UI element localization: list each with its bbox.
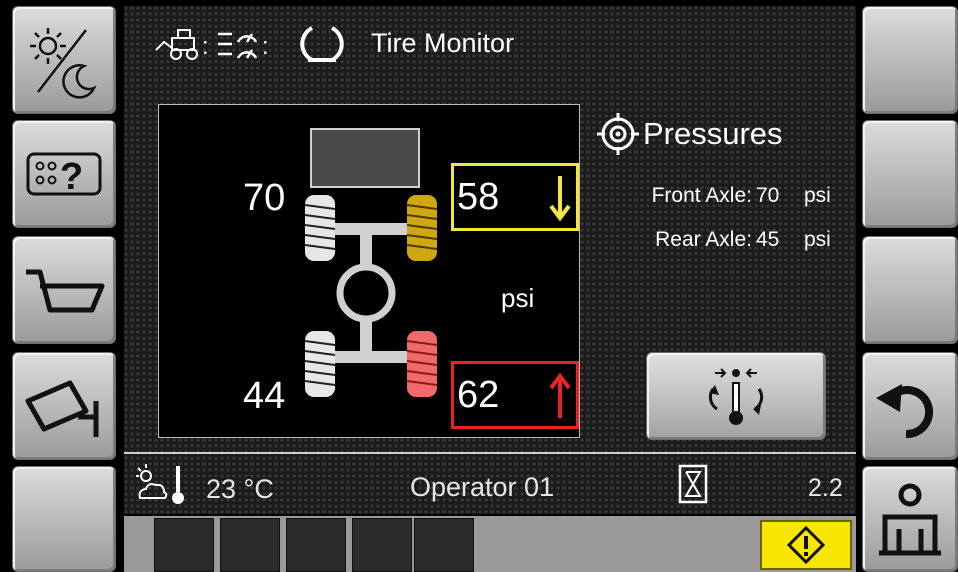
indicator-slot-3	[286, 518, 346, 572]
bucket-button[interactable]	[12, 236, 116, 344]
front-axle-value: 70	[756, 184, 780, 207]
rear-axle-row: Rear Axle: 45 psi	[560, 228, 850, 258]
tire-diagram-panel: 70 44 58 62 psi	[158, 104, 580, 438]
tire-monitor-screen: ?:: Tire Monitor 70 44 58 62 psi Press…	[0, 0, 958, 572]
undo-button[interactable]	[862, 352, 958, 460]
indicator-slot-2	[220, 518, 280, 572]
settings-dials-icon	[218, 32, 258, 59]
calibrate-pressure-button[interactable]	[646, 352, 826, 440]
right-blank-button-3[interactable]	[862, 236, 958, 344]
arrow-up-icon	[549, 372, 571, 418]
operator-button[interactable]	[862, 466, 958, 572]
day-night-icon	[30, 28, 97, 99]
header-separator-1: :	[202, 33, 209, 60]
rear-left-pressure: 44	[243, 375, 286, 417]
rear-right-pressure: 62	[457, 374, 500, 416]
target-icon	[597, 113, 639, 155]
tire-rear-right	[406, 331, 438, 397]
rear-axle-unit: psi	[804, 228, 831, 251]
indicator-slot-5	[414, 518, 474, 572]
software-version: 2.2	[808, 474, 843, 502]
undo-icon	[876, 384, 934, 439]
weather-thermometer-icon	[136, 464, 184, 504]
rear-right-pressure-box: 62	[451, 361, 579, 429]
pressures-title: Pressures	[643, 116, 783, 151]
warning-button[interactable]	[760, 520, 852, 570]
status-divider	[124, 452, 856, 454]
bottom-status-bar	[124, 516, 856, 572]
operator-icon	[879, 483, 941, 556]
indicator-slot-4	[352, 518, 412, 572]
camera-button[interactable]	[12, 352, 116, 460]
operator-name: Operator 01	[410, 472, 555, 502]
front-axle-label: Front Axle:	[651, 184, 752, 207]
keypad-help-button[interactable]: ?	[12, 120, 116, 228]
hourglass-icon	[678, 464, 708, 504]
rear-axle-label: Rear Axle:	[655, 228, 752, 251]
tire-front-right	[406, 195, 438, 261]
keypad-help-icon: ?	[26, 152, 102, 198]
right-blank-button-2[interactable]	[862, 120, 958, 228]
bucket-icon	[26, 269, 105, 313]
pressure-unit-label: psi	[501, 283, 535, 313]
front-left-pressure: 70	[243, 177, 286, 219]
pressures-heading: Pressures	[596, 112, 783, 156]
page-title: Tire Monitor	[371, 28, 515, 58]
svg-text:?: ?	[60, 156, 83, 198]
camera-icon	[25, 380, 99, 437]
right-blank-button-1[interactable]	[862, 6, 958, 114]
warning-diamond-icon	[786, 525, 826, 565]
rear-axle-value: 45	[756, 228, 780, 251]
calibrate-thermometer-icon	[708, 368, 764, 425]
front-axle-row: Front Axle: 70 psi	[560, 184, 850, 214]
front-axle-unit: psi	[804, 184, 831, 207]
tire-rear-left	[304, 331, 336, 397]
outside-temperature: 23 °C	[206, 474, 274, 504]
loader-icon	[155, 29, 198, 60]
day-night-button[interactable]	[12, 6, 116, 114]
tire-pressure-icon	[300, 26, 344, 62]
header-separator-2: :	[262, 33, 269, 60]
front-right-pressure: 58	[457, 176, 500, 218]
left-blank-button[interactable]	[12, 466, 116, 572]
indicator-slot-1	[154, 518, 214, 572]
tire-front-left	[304, 195, 336, 261]
header-icon-group: : :	[152, 24, 362, 64]
